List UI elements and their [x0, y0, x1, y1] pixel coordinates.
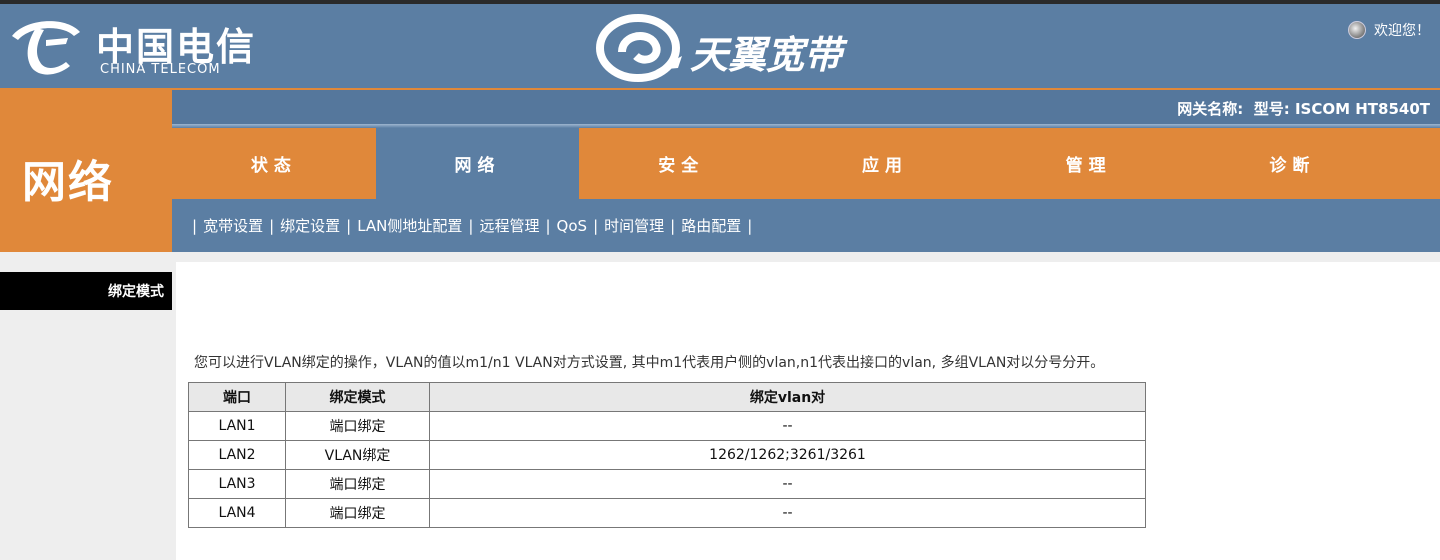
cell-mode: 端口绑定 [285, 469, 430, 499]
header-banner: 中国电信 CHINA TELECOM 天翼宽带 欢迎您！ [0, 4, 1440, 88]
cell-vlan-pair: -- [429, 498, 1146, 528]
submenu-time-management[interactable]: 时间管理 [604, 215, 664, 236]
gateway-strip: 网关名称: 型号: ISCOM HT8540T [172, 90, 1440, 124]
menu-separator: | [545, 216, 551, 235]
content-area: 您可以进行VLAN绑定的操作，VLAN的值以m1/n1 VLAN对方式设置, 其… [172, 252, 1440, 560]
china-telecom-logo: 中国电信 CHINA TELECOM [6, 10, 256, 82]
menu-separator: | [468, 216, 474, 235]
menu-separator: | [346, 216, 352, 235]
product-name: 天翼宽带 [690, 33, 843, 77]
tab-application[interactable]: 应用 [783, 128, 987, 199]
cell-mode: 端口绑定 [285, 498, 430, 528]
binding-table: 端口 绑定模式 绑定vlan对 LAN1 端口绑定 -- LAN2 VLAN绑定… [188, 382, 1146, 528]
menu-separator: | [269, 216, 275, 235]
tab-management[interactable]: 管理 [987, 128, 1191, 199]
main-tabs: 状态 网络 安全 应用 管理 诊断 [172, 128, 1440, 199]
cell-port: LAN1 [188, 411, 286, 441]
table-row[interactable]: LAN3 端口绑定 -- [188, 469, 1146, 499]
content-panel: 您可以进行VLAN绑定的操作，VLAN的值以m1/n1 VLAN对方式设置, 其… [176, 262, 1440, 560]
cell-mode: 端口绑定 [285, 411, 430, 441]
submenu-qos[interactable]: QoS [557, 217, 588, 235]
cell-port: LAN4 [188, 498, 286, 528]
welcome-area: 欢迎您！ [1348, 20, 1430, 40]
tianyi-swirl-logo-icon [596, 14, 682, 82]
table-row[interactable]: LAN2 VLAN绑定 1262/1262;3261/3261 [188, 440, 1146, 470]
tab-overflow-edge [1394, 128, 1440, 199]
submenu-broadband[interactable]: 宽带设置 [203, 215, 263, 236]
description-text: 您可以进行VLAN绑定的操作，VLAN的值以m1/n1 VLAN对方式设置, 其… [194, 355, 1105, 371]
cell-port: LAN3 [188, 469, 286, 499]
menu-separator: | [747, 216, 753, 235]
table-row[interactable]: LAN1 端口绑定 -- [188, 411, 1146, 441]
submenu-remote-management[interactable]: 远程管理 [479, 215, 539, 236]
page-title: 网络 [22, 157, 114, 208]
sidebar: 绑定模式 [0, 252, 180, 560]
submenu-binding[interactable]: 绑定设置 [280, 215, 340, 236]
column-header-port: 端口 [188, 382, 286, 412]
gateway-label: 网关名称: [1177, 100, 1244, 118]
welcome-text: 欢迎您！ [1374, 23, 1430, 39]
section-block: 网络 [0, 90, 172, 252]
user-globe-icon [1348, 21, 1366, 39]
cell-mode: VLAN绑定 [285, 440, 430, 470]
menu-separator: | [670, 216, 676, 235]
tab-security[interactable]: 安全 [579, 128, 783, 199]
tianyi-logo: 天翼宽带 [596, 12, 896, 84]
china-telecom-logo-icon [12, 21, 80, 75]
column-header-vlan-pair: 绑定vlan对 [429, 382, 1146, 412]
tab-status[interactable]: 状态 [172, 128, 376, 199]
table-row[interactable]: LAN4 端口绑定 -- [188, 498, 1146, 528]
column-header-mode: 绑定模式 [285, 382, 430, 412]
sidebar-item-binding-mode[interactable]: 绑定模式 [0, 272, 180, 310]
menu-separator: | [192, 216, 198, 235]
tab-diagnosis[interactable]: 诊断 [1191, 128, 1395, 199]
cell-vlan-pair: -- [429, 469, 1146, 499]
sub-menu: | 宽带设置 | 绑定设置 | LAN侧地址配置 | 远程管理 | QoS | … [172, 199, 1440, 252]
brand-en: CHINA TELECOM [100, 62, 221, 77]
gateway-info: 网关名称: 型号: ISCOM HT8540T [1177, 98, 1430, 119]
menu-separator: | [593, 216, 599, 235]
gateway-model: 型号: ISCOM HT8540T [1253, 100, 1430, 118]
submenu-routing[interactable]: 路由配置 [681, 215, 741, 236]
cell-vlan-pair: -- [429, 411, 1146, 441]
table-header-row: 端口 绑定模式 绑定vlan对 [188, 382, 1146, 412]
submenu-lan-address[interactable]: LAN侧地址配置 [357, 215, 462, 236]
tab-network[interactable]: 网络 [375, 128, 580, 199]
cell-vlan-pair: 1262/1262;3261/3261 [429, 440, 1146, 470]
cell-port: LAN2 [188, 440, 286, 470]
